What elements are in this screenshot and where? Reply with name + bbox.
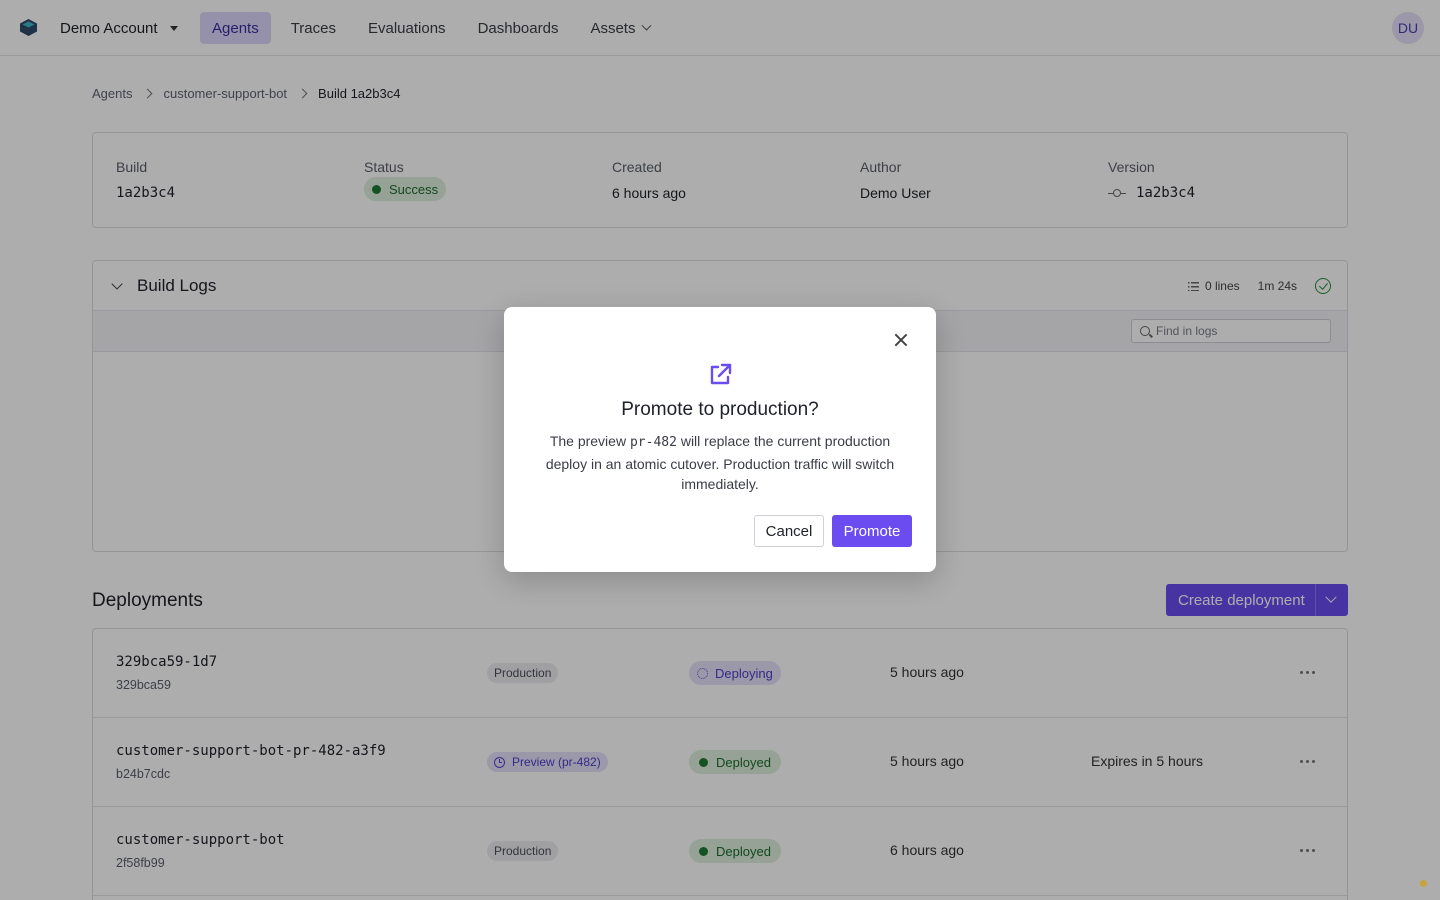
dialog-body-text: The preview xyxy=(549,433,630,449)
status-indicator-dot xyxy=(1420,880,1427,887)
close-icon[interactable] xyxy=(893,332,909,348)
promote-dialog: Promote to production? The preview pr-48… xyxy=(504,307,936,572)
dialog-title: Promote to production? xyxy=(621,399,819,420)
dialog-body: The preview pr-482 will replace the curr… xyxy=(530,431,910,495)
cancel-button[interactable]: Cancel xyxy=(754,515,824,547)
dialog-body-code: pr-482 xyxy=(629,435,677,450)
promote-button[interactable]: Promote xyxy=(832,515,912,547)
external-link-icon xyxy=(710,363,732,385)
